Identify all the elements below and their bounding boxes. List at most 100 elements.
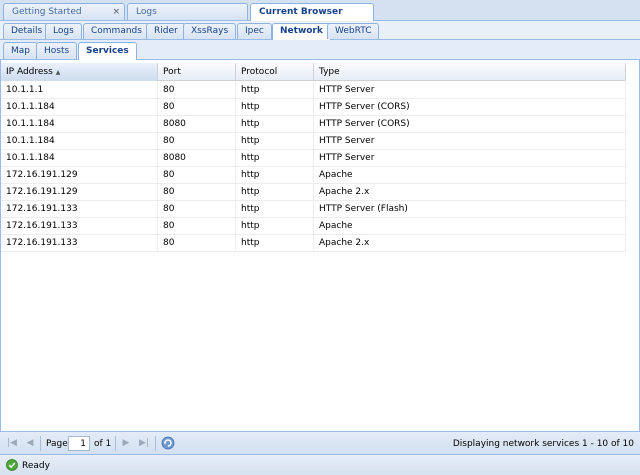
cell-type: Apache: [314, 218, 626, 235]
cell-port: 8080: [158, 116, 236, 133]
close-icon[interactable]: ×: [112, 4, 120, 20]
cell-port: 80: [158, 133, 236, 150]
table-row[interactable]: 172.16.191.129 80 http Apache: [1, 167, 626, 184]
cell-port: 80: [158, 201, 236, 218]
tab-commands-label: Commands: [91, 26, 142, 36]
cell-type: HTTP Server: [314, 150, 626, 167]
cell-ip-address: 172.16.191.129: [1, 184, 158, 201]
cell-ip-address: 172.16.191.129: [1, 167, 158, 184]
tab-rider[interactable]: Rider: [146, 23, 186, 39]
cell-ip-address: 172.16.191.133: [1, 201, 158, 218]
tab-details[interactable]: Details: [3, 23, 51, 39]
cell-type: HTTP Server (Flash): [314, 201, 626, 218]
cell-protocol: http: [236, 235, 314, 252]
tab-current-browser-label: Current Browser: [259, 7, 343, 17]
tab-logs-detail[interactable]: Logs: [45, 23, 82, 39]
tab-getting-started[interactable]: Getting Started ×: [3, 3, 125, 20]
grid-body: 10.1.1.1 80 http HTTP Server 10.1.1.184 80 htt…: [1, 82, 626, 252]
column-header-label: Protocol: [241, 67, 278, 77]
sort-ascending-icon: ▲: [55, 69, 61, 76]
next-page-icon[interactable]: ▶: [120, 437, 132, 449]
cell-ip-address: 10.1.1.184: [1, 116, 158, 133]
cell-port: 80: [158, 167, 236, 184]
cell-type: Apache 2.x: [314, 184, 626, 201]
cell-protocol: http: [236, 150, 314, 167]
tab-map[interactable]: Map: [3, 42, 38, 59]
cell-protocol: http: [236, 133, 314, 150]
table-row[interactable]: 10.1.1.184 80 http HTTP Server: [1, 133, 626, 150]
first-page-icon[interactable]: |◀: [6, 437, 18, 449]
cell-protocol: http: [236, 184, 314, 201]
tab-webrtc-label: WebRTC: [335, 26, 372, 36]
page-label: Page: [46, 439, 68, 449]
column-header-label: IP Address: [6, 67, 53, 77]
cell-type: Apache 2.x: [314, 235, 626, 252]
tab-rider-label: Rider: [154, 26, 178, 36]
toolbar-separator: [155, 436, 156, 451]
cell-protocol: http: [236, 99, 314, 116]
tab-details-label: Details: [11, 26, 43, 36]
prev-page-icon[interactable]: ◀: [24, 437, 36, 449]
cell-type: HTTP Server: [314, 133, 626, 150]
tab-xssrays[interactable]: XssRays: [183, 23, 237, 39]
toolbar-separator: [115, 436, 116, 451]
last-page-icon[interactable]: ▶|: [138, 437, 150, 449]
cell-ip-address: 10.1.1.184: [1, 150, 158, 167]
tab-current-browser[interactable]: Current Browser: [250, 3, 374, 21]
network-section-tabs: Map Hosts Services: [0, 40, 640, 60]
cell-ip-address: 172.16.191.133: [1, 218, 158, 235]
cell-port: 80: [158, 184, 236, 201]
tab-getting-started-label: Getting Started: [12, 7, 82, 17]
tab-webrtc[interactable]: WebRTC: [327, 23, 380, 39]
table-row[interactable]: 172.16.191.129 80 http Apache 2.x: [1, 184, 626, 201]
cell-port: 8080: [158, 150, 236, 167]
toolbar-separator: [40, 436, 41, 451]
page-count-label: of 1: [94, 439, 112, 449]
cell-type: HTTP Server: [314, 82, 626, 99]
table-row[interactable]: 10.1.1.184 8080 http HTTP Server: [1, 150, 626, 167]
tab-logs-label: Logs: [136, 7, 157, 17]
column-header-label: Port: [163, 67, 181, 77]
cell-protocol: http: [236, 218, 314, 235]
check-circle-icon: [6, 459, 18, 471]
column-header-protocol[interactable]: Protocol: [236, 63, 314, 81]
table-row[interactable]: 10.1.1.184 80 http HTTP Server (CORS): [1, 99, 626, 116]
cell-ip-address: 172.16.191.133: [1, 235, 158, 252]
table-row[interactable]: 10.1.1.1 80 http HTTP Server: [1, 82, 626, 99]
column-header-port[interactable]: Port: [158, 63, 236, 81]
cell-type: HTTP Server (CORS): [314, 99, 626, 116]
table-row[interactable]: 172.16.191.133 80 http Apache 2.x: [1, 235, 626, 252]
column-header-ip-address[interactable]: IP Address ▲: [1, 63, 158, 81]
tab-hosts-label: Hosts: [44, 46, 70, 56]
paging-summary: Displaying network services 1 - 10 of 10: [452, 439, 634, 449]
grid-header: IP Address ▲ Port Protocol Type: [1, 63, 626, 81]
cell-type: Apache: [314, 167, 626, 184]
column-header-label: Type: [319, 67, 340, 77]
tab-logs[interactable]: Logs: [127, 3, 248, 20]
table-row[interactable]: 172.16.191.133 80 http HTTP Server (Flash): [1, 201, 626, 218]
table-row[interactable]: 172.16.191.133 80 http Apache: [1, 218, 626, 235]
tab-services-label: Services: [86, 46, 129, 56]
tab-map-label: Map: [11, 46, 30, 56]
cell-port: 80: [158, 235, 236, 252]
status-text: Ready: [22, 461, 50, 471]
browser-detail-tabs: Details Logs Commands Rider XssRays Ipec…: [0, 21, 640, 40]
cell-ip-address: 10.1.1.184: [1, 99, 158, 116]
tab-services[interactable]: Services: [78, 42, 137, 60]
paging-toolbar: |◀ ◀ Page of 1 ▶ ▶| Displaying network s…: [0, 431, 640, 454]
table-row[interactable]: 10.1.1.184 8080 http HTTP Server (CORS): [1, 116, 626, 133]
tab-logs-detail-label: Logs: [53, 26, 74, 36]
cell-port: 80: [158, 99, 236, 116]
tab-network[interactable]: Network: [272, 23, 331, 40]
refresh-icon[interactable]: [161, 436, 175, 450]
column-header-type[interactable]: Type: [314, 63, 626, 81]
tab-hosts[interactable]: Hosts: [36, 42, 78, 59]
cell-ip-address: 10.1.1.1: [1, 82, 158, 99]
tab-commands[interactable]: Commands: [83, 23, 150, 39]
page-number-input[interactable]: [68, 436, 90, 451]
cell-protocol: http: [236, 201, 314, 218]
cell-port: 80: [158, 82, 236, 99]
tab-ipec[interactable]: Ipec: [237, 23, 272, 39]
tab-network-label: Network: [280, 26, 323, 36]
tab-xssrays-label: XssRays: [191, 26, 229, 36]
